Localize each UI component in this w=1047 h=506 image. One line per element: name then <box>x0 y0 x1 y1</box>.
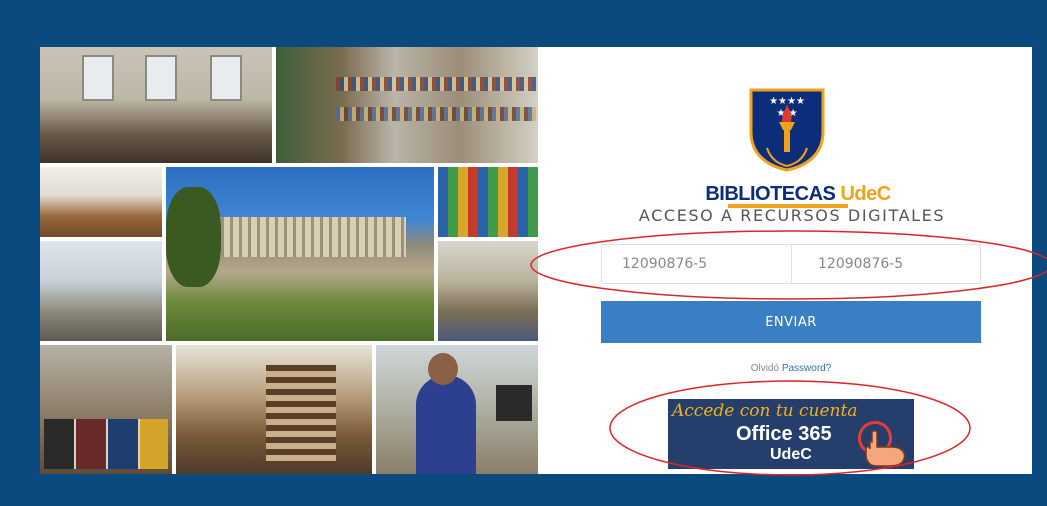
photo-computer-lab <box>40 241 162 341</box>
photo-study-carrels <box>40 167 162 237</box>
login-panel: ★★★★ ★ ★ BIBLIOTECAS UdeC ACCESO A RECUR… <box>40 47 1032 474</box>
photo-shelves-books <box>40 345 172 474</box>
library-photo-collage <box>40 47 538 474</box>
password-input[interactable] <box>791 245 980 283</box>
photo-staircase <box>176 345 372 474</box>
photo-student-computer <box>376 345 538 474</box>
photo-library-building <box>166 167 434 341</box>
submit-button[interactable]: ENVIAR <box>601 301 981 343</box>
username-input[interactable] <box>602 245 791 283</box>
office-banner-line3: UdeC <box>770 446 812 463</box>
photo-colored-books <box>438 167 538 237</box>
credentials-fields <box>601 244 981 284</box>
office-banner-line2: Office 365 <box>736 423 832 445</box>
university-shield-icon: ★★★★ ★ ★ <box>749 88 825 172</box>
pointing-hand-icon <box>865 430 906 467</box>
forgot-password-row: Olvidó Password? <box>601 363 981 374</box>
office365-login-banner[interactable]: Accede con tu cuenta Office 365 UdeC <box>668 399 914 469</box>
photo-book-stacks <box>276 47 538 163</box>
brand-name-accent: UdeC <box>840 183 891 205</box>
office-banner-line1: Accede con tu cuenta <box>672 401 858 421</box>
brand-name: BIBLIOTECAS <box>705 183 836 205</box>
forgot-password-prefix: Olvidó <box>750 363 780 374</box>
photo-reading-area <box>438 241 538 341</box>
forgot-password-link[interactable]: Password? <box>782 363 831 374</box>
login-form-area: ★★★★ ★ ★ BIBLIOTECAS UdeC ACCESO A RECUR… <box>538 47 1032 474</box>
photo-reading-room <box>40 47 272 163</box>
page-subtitle: ACCESO A RECURSOS DIGITALES <box>638 206 946 225</box>
library-brand-title: BIBLIOTECAS UdeC <box>698 183 898 206</box>
